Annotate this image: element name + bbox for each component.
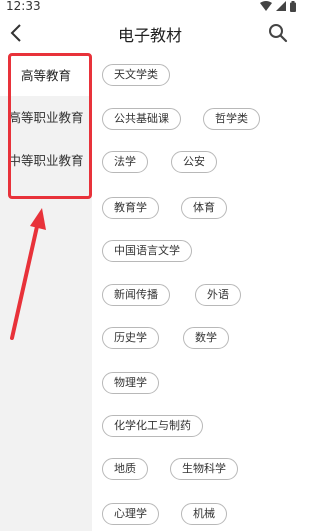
battery-icon [290,0,296,12]
subject-tag[interactable]: 法学 [102,151,148,173]
page-title: 电子教材 [117,26,182,45]
annotation-arrow [10,208,46,340]
annotation-highlight-box [8,53,92,199]
subject-tag[interactable]: 公共基础课 [102,108,181,130]
subject-tag[interactable]: 体育 [181,197,227,219]
signal-icon [276,1,286,11]
subject-tag[interactable]: 公安 [171,151,217,173]
subject-tag[interactable]: 地质 [102,458,148,480]
subject-tag[interactable]: 哲学类 [203,108,260,130]
subject-tag[interactable]: 机械 [181,503,227,525]
subject-tag[interactable]: 教育学 [102,197,159,219]
subject-tag[interactable]: 物理学 [102,372,159,394]
status-bar: 12:33 [0,0,300,14]
subject-tag[interactable]: 天文学类 [102,64,170,86]
title-bar: 电子教材 [0,14,300,52]
subject-tag[interactable]: 生物科学 [170,458,238,480]
status-time: 12:33 [6,0,41,13]
wifi-icon [260,1,272,11]
subject-tag[interactable]: 外语 [195,284,241,306]
status-icons [260,0,296,12]
search-icon[interactable] [266,21,290,45]
subject-tag[interactable]: 历史学 [102,327,159,349]
subject-tag[interactable]: 中国语言文学 [102,240,192,262]
subject-tag-list: 天文学类 公共基础课 哲学类 法学 公安 教育学 体育 中国语言文学 新闻传播 … [92,52,300,531]
subject-tag[interactable]: 新闻传播 [102,284,170,306]
subject-tag[interactable]: 数学 [183,327,229,349]
subject-tag[interactable]: 化学化工与制药 [102,415,203,437]
subject-tag[interactable]: 心理学 [102,503,159,525]
